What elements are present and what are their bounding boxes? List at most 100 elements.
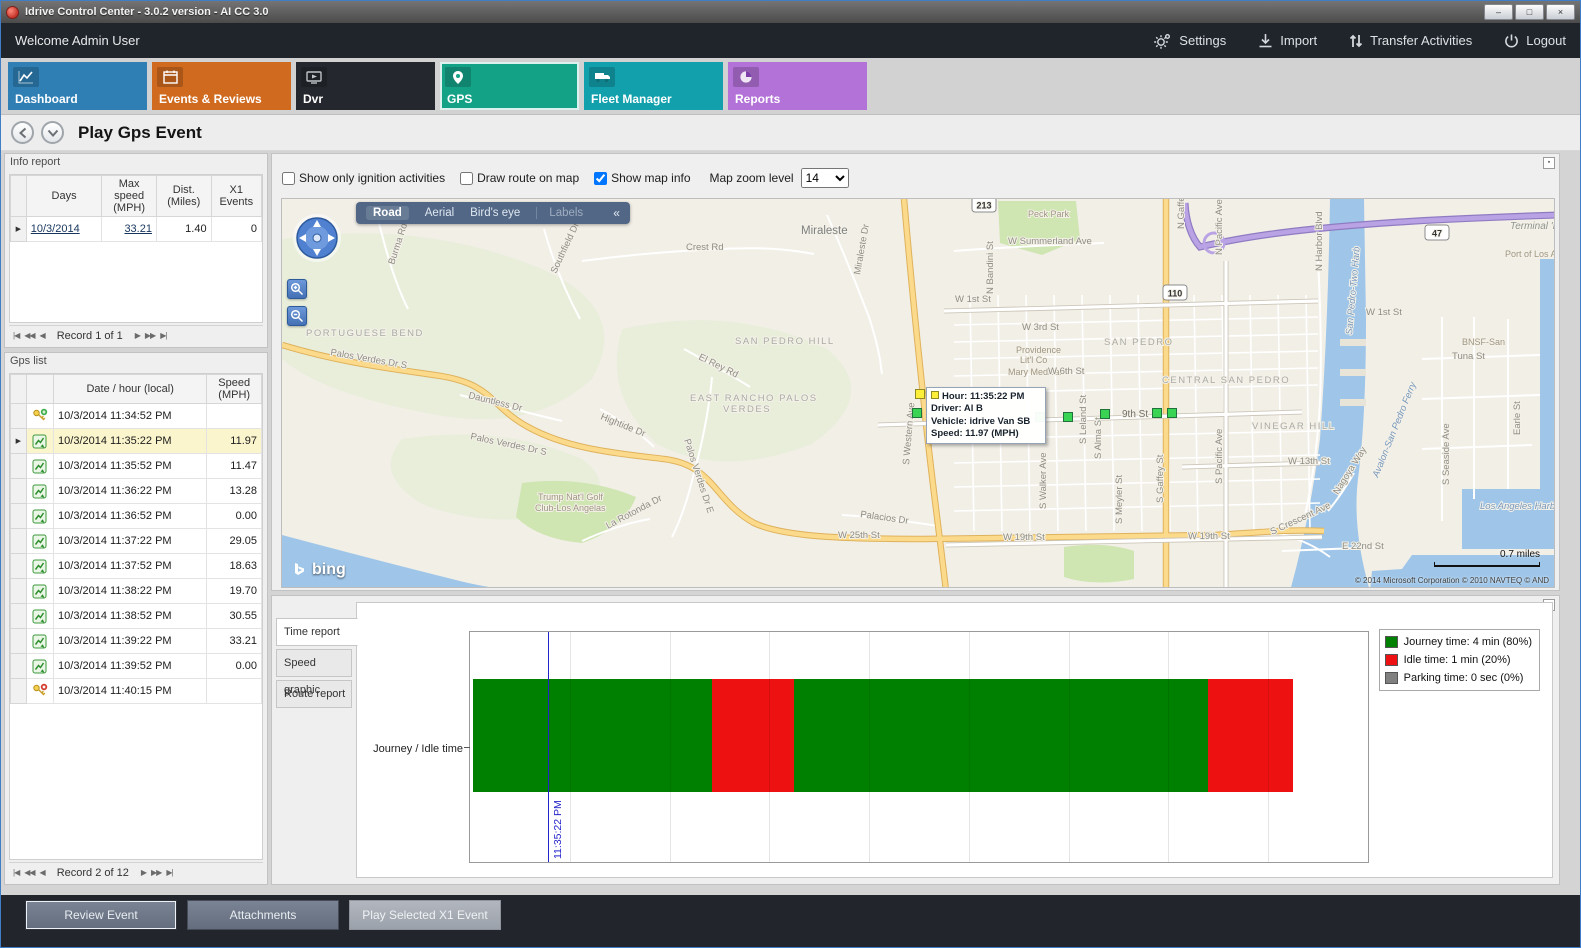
gps-list-caption: Gps list (5, 353, 267, 370)
column-header-days[interactable]: Days (26, 176, 102, 217)
playback-cursor[interactable] (548, 632, 549, 862)
pager-button[interactable]: |◀ (13, 868, 19, 877)
row-indicator (11, 554, 27, 579)
nav-tile-reports[interactable]: Reports (728, 62, 867, 110)
back-button[interactable] (11, 121, 34, 144)
zoom-in-button[interactable] (287, 279, 307, 299)
map-panel-collapse-button[interactable]: ▪ (1543, 157, 1555, 169)
import-button[interactable]: Import (1258, 33, 1317, 49)
map-option-show-map-info[interactable]: Show map info (594, 171, 690, 185)
column-header-date-hour-local[interactable]: Date / hour (local) (54, 375, 207, 404)
table-row[interactable]: ▶10/3/201433.211.400 (11, 217, 262, 242)
highway-shield-110: 110 (1163, 285, 1187, 300)
row-indicator: ▶ (11, 217, 27, 242)
plot-gridline (969, 632, 970, 862)
gps-list-row[interactable]: 10/3/2014 11:35:52 PM11.47 (11, 454, 262, 479)
window-titlebar[interactable]: Idrive Control Center - 3.0.2 version - … (1, 1, 1580, 23)
maximize-button[interactable]: □ (1515, 4, 1544, 20)
gps-list-row[interactable]: 10/3/2014 11:39:22 PM33.21 (11, 629, 262, 654)
tooltip-driver: Driver: Al B (931, 403, 1041, 415)
map-style-road[interactable]: Road (366, 206, 409, 220)
close-button[interactable]: × (1546, 4, 1575, 20)
gps-marker[interactable] (1168, 409, 1177, 418)
zoom-out-button[interactable] (287, 306, 307, 326)
gps-list-row[interactable]: 10/3/2014 11:34:52 PM (11, 404, 262, 429)
gps-list-row[interactable]: 10/3/2014 11:36:52 PM0.00 (11, 504, 262, 529)
bing-map[interactable]: MiralestePeck ParkW Summerland AveCrest … (282, 199, 1555, 588)
date-hour-cell: 10/3/2014 11:35:22 PM (54, 429, 207, 454)
days-link[interactable]: 10/3/2014 (31, 223, 80, 235)
gps-list-row[interactable]: 10/3/2014 11:37:22 PM29.05 (11, 529, 262, 554)
legend-item: Journey time: 4 min (80%) (1385, 633, 1532, 651)
max-speed-cell[interactable]: 33.21 (102, 217, 157, 242)
map-container[interactable]: MiralestePeck ParkW Summerland AveCrest … (281, 198, 1555, 588)
pager-button[interactable]: ◀ (40, 331, 45, 340)
map-zoom-level-select[interactable]: 14 (801, 168, 849, 188)
checkbox-show-only-ignition-activities[interactable] (282, 172, 295, 185)
gps-list-row[interactable]: 10/3/2014 11:40:15 PM (11, 679, 262, 704)
days-cell[interactable]: 10/3/2014 (26, 217, 102, 242)
gps-list-row[interactable]: 10/3/2014 11:39:52 PM0.00 (11, 654, 262, 679)
pager-button[interactable]: |◀ (13, 331, 19, 340)
map-bar-collapse-icon[interactable]: « (613, 206, 620, 220)
gps-list-row[interactable]: 10/3/2014 11:38:52 PM30.55 (11, 604, 262, 629)
settings-button[interactable]: Settings (1154, 33, 1226, 49)
bing-logo[interactable]: bing (292, 561, 346, 579)
attachments-button[interactable]: Attachments (187, 900, 339, 930)
gps-list-row[interactable]: 10/3/2014 11:36:22 PM13.28 (11, 479, 262, 504)
pager-button[interactable]: ▶▶ (145, 331, 155, 340)
map-option-draw-route-on-map[interactable]: Draw route on map (460, 171, 579, 185)
pager-button[interactable]: ▶ (135, 331, 140, 340)
nav-tile-fleet-manager[interactable]: Fleet Manager (584, 62, 723, 110)
map-style-labels[interactable]: Labels (536, 207, 583, 219)
speed-cell: 33.21 (207, 629, 262, 654)
pager-button[interactable]: ◀◀ (24, 331, 34, 340)
gps-list-row[interactable]: 10/3/2014 11:37:52 PM18.63 (11, 554, 262, 579)
map-style-bird-s-eye[interactable]: Bird's eye (470, 207, 520, 219)
max-speed-link[interactable]: 33.21 (124, 223, 152, 235)
gps-marker[interactable] (1153, 409, 1162, 418)
gps-marker[interactable] (1101, 410, 1110, 419)
pager-button[interactable]: ▶▶ (151, 868, 161, 877)
map-label: Lit'l Co (1020, 355, 1047, 365)
speed-cell: 13.28 (207, 479, 262, 504)
collapse-header-button[interactable] (41, 121, 64, 144)
gps-list-row[interactable]: ▶10/3/2014 11:35:22 PM11.97 (11, 429, 262, 454)
tab-route-report[interactable]: Route report (276, 680, 352, 708)
nav-tile-events-reviews[interactable]: Events & Reviews (152, 62, 291, 110)
column-header-dist-miles[interactable]: Dist. (Miles) (156, 176, 211, 217)
pager-button[interactable]: ◀◀ (24, 868, 34, 877)
map-label: S Gaffey St (1155, 454, 1166, 503)
tab-speed-graphic[interactable]: Speed graphic (276, 649, 352, 677)
map-label: Club-Los Angelas (535, 503, 606, 513)
top-menubar: Welcome Admin User Settings Import Trans… (1, 23, 1580, 58)
map-option-show-only-ignition-activities[interactable]: Show only ignition activities (282, 171, 445, 185)
map-style-aerial[interactable]: Aerial (425, 207, 454, 219)
logout-button[interactable]: Logout (1504, 33, 1566, 49)
tab-time-report[interactable]: Time report (276, 618, 358, 646)
map-compass-control[interactable] (290, 211, 344, 265)
plot-gridline (869, 632, 870, 862)
pager-button[interactable]: ▶ (141, 868, 146, 877)
map-label: W 6th St (1048, 366, 1085, 377)
gps-marker-selected[interactable] (916, 390, 925, 399)
column-header-max-speed-mph[interactable]: Max speed (MPH) (102, 176, 157, 217)
nav-tile-dvr[interactable]: Dvr (296, 62, 435, 110)
map-label: S Seaside Ave (1441, 423, 1452, 485)
pager-button[interactable]: ◀ (40, 868, 45, 877)
nav-tile-dashboard[interactable]: Dashboard (8, 62, 147, 110)
pager-button[interactable]: ▶| (166, 868, 172, 877)
review-event-button[interactable]: Review Event (25, 900, 177, 930)
gps-marker[interactable] (1064, 413, 1073, 422)
column-header-speed-mph[interactable]: Speed (MPH) (207, 375, 262, 404)
pager-button[interactable]: ▶| (160, 331, 166, 340)
minimize-button[interactable]: – (1484, 4, 1513, 20)
transfer-activities-button[interactable]: Transfer Activities (1349, 33, 1472, 49)
checkbox-show-map-info[interactable] (594, 172, 607, 185)
checkbox-draw-route-on-map[interactable] (460, 172, 473, 185)
gps-marker[interactable] (913, 409, 922, 418)
nav-tile-gps[interactable]: GPS (440, 62, 579, 110)
gps-list-row[interactable]: 10/3/2014 11:38:22 PM19.70 (11, 579, 262, 604)
column-header-x1-events[interactable]: X1 Events (211, 176, 261, 217)
date-hour-cell: 10/3/2014 11:40:15 PM (54, 679, 207, 704)
